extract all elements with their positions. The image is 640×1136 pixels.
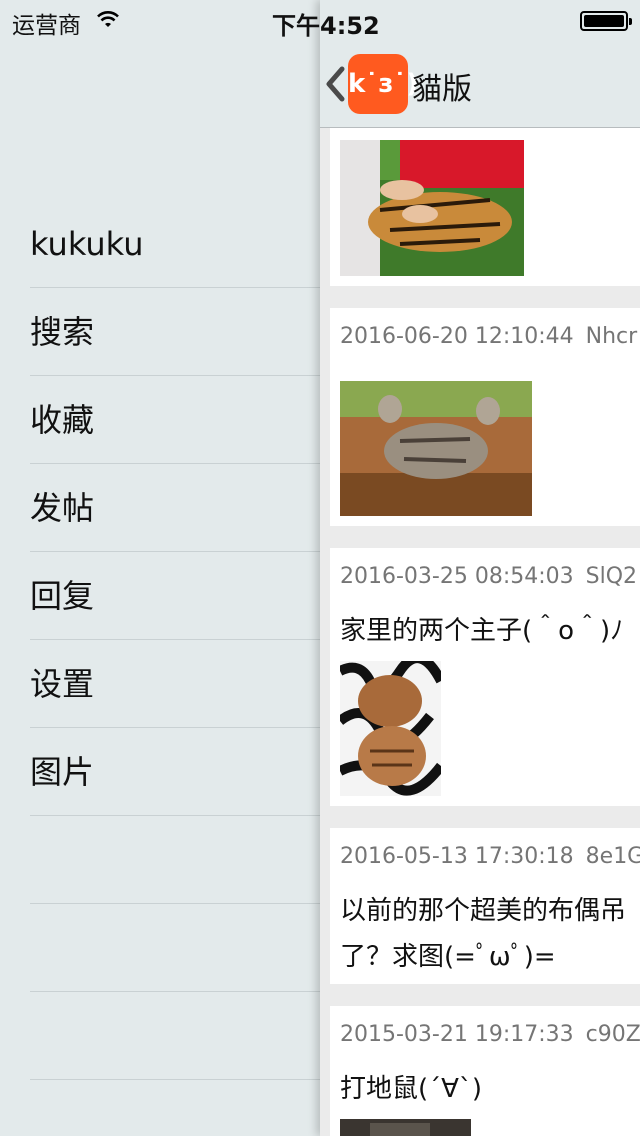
back-chevron-icon[interactable] [324,66,346,102]
menu-item-label: 回复 [30,577,95,615]
thread-image[interactable] [340,381,532,516]
thread-image[interactable] [340,140,524,276]
menu-item-empty[interactable] [30,816,320,904]
thread-date: 2016-05-13 17:30:18 [340,844,574,869]
thread-user-id: 8e1Gk [585,844,640,869]
menu-item-images[interactable]: 图片 [30,728,320,816]
menu-item-favorites[interactable]: 收藏 [30,376,320,464]
thread-meta: 2015-03-21 19:17:33 c90Z [340,1022,640,1047]
thread-date: 2016-03-25 08:54:03 [340,564,574,589]
menu-item-label: 图片 [30,753,95,791]
thread-card[interactable]: 2015-03-21 19:17:33 c90Z 打地鼠(´∀`) [330,1006,640,1136]
menu-item-settings[interactable]: 设置 [30,640,320,728]
thread-meta: 2016-05-13 17:30:18 8e1Gk [340,844,640,869]
carrier-label: 运营商 [12,13,81,39]
menu-item-label: 搜索 [30,313,95,351]
thread-card[interactable]: 2016-06-20 12:10:44 Nhcr [330,308,640,526]
battery-icon [580,11,632,31]
menu-item-empty[interactable] [30,904,320,992]
thread-meta: 2016-03-25 08:54:03 SlQ2 [340,564,637,589]
cat-photo-partial [340,1119,471,1136]
thread-image[interactable] [340,1119,471,1136]
status-bar: 运营商 下午4:52 [0,0,640,40]
thread-user-id: c90Z [585,1022,640,1047]
menu-item-new-post[interactable]: 发帖 [30,464,320,552]
menu-item-label: 收藏 [30,401,95,439]
thread-content: 了？求图(=ﾟωﾟ)= [340,942,556,972]
thread-card[interactable]: 2016-03-25 08:54:03 SlQ2 家里的两个主子(＾o＾)ﾉ [330,548,640,806]
side-menu: kukuku 搜索 收藏 发帖 回复 设置 图片 [0,200,320,1080]
content-panel: 2016-06-20 12:10:44 Nhcr 2016-03-25 08:54… [320,0,640,1136]
thread-user-id: SlQ2 [585,564,638,589]
cat-sleeping-on-bench-photo [340,381,532,516]
thread-meta: 2016-06-20 12:10:44 Nhcr [340,324,637,349]
thread-content: 打地鼠(´∀`) [340,1074,483,1104]
menu-item-search[interactable]: 搜索 [30,288,320,376]
thread-date: 2016-06-20 12:10:44 [340,324,574,349]
thread-user-id: Nhcr [585,324,638,349]
thread-content: 以前的那个超美的布偶吊 [340,896,627,926]
menu-item-empty[interactable] [30,992,320,1080]
menu-item-label: kukuku [30,225,144,263]
menu-item-label: 设置 [30,665,95,703]
clock: 下午4:52 [272,12,380,40]
board-title: 貓版 [412,72,472,107]
thread-card[interactable]: 2016-05-13 17:30:18 8e1Gk 以前的那个超美的布偶吊 了？求… [330,828,640,984]
app-logo: k˙з˙) [348,54,418,114]
menu-item-reply[interactable]: 回复 [30,552,320,640]
tiger-cub-photo [340,140,524,276]
two-cats-curled-photo [340,661,441,796]
thread-image[interactable] [340,661,441,796]
thread-card[interactable] [330,128,640,286]
menu-item-label: 发帖 [30,489,95,527]
thread-content: 家里的两个主子(＾o＾)ﾉ [340,616,624,646]
thread-date: 2015-03-21 19:17:33 [340,1022,574,1047]
menu-item-kukuku[interactable]: kukuku [30,200,320,288]
wifi-icon [97,11,119,27]
